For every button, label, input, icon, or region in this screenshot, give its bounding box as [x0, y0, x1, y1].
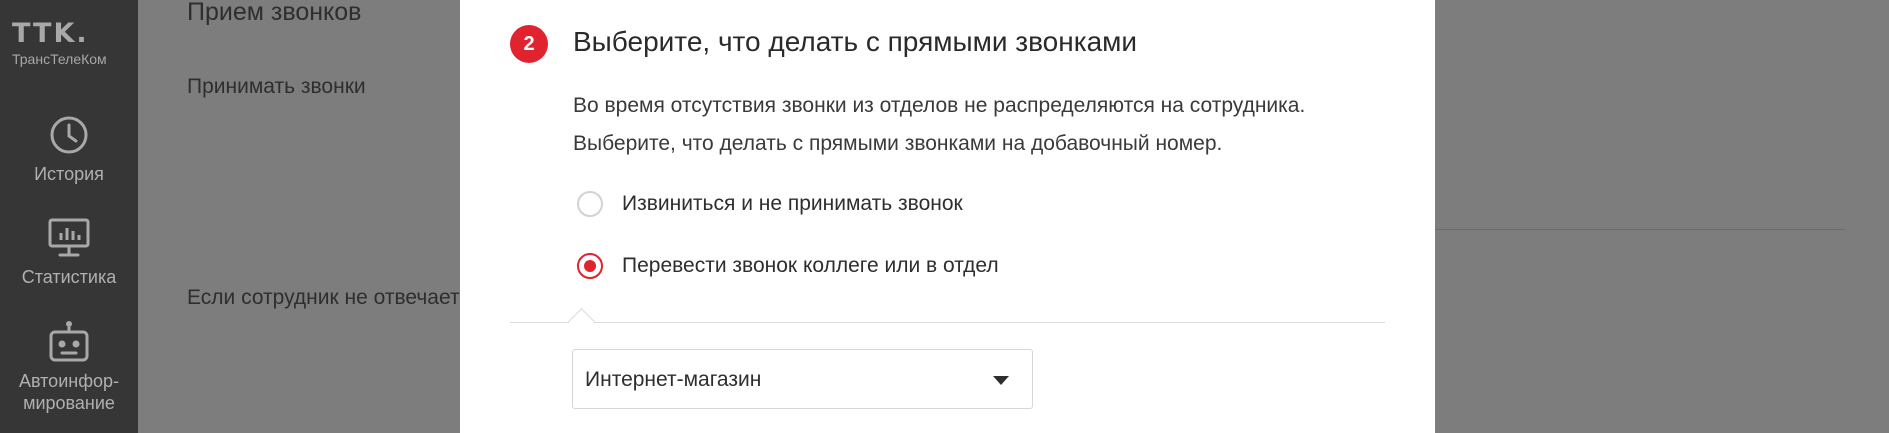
option-label: Извиниться и не принимать звонок — [622, 192, 963, 215]
radio-dot — [584, 260, 596, 272]
section-divider — [510, 322, 1385, 323]
logo-subtitle: ТрансТелеКом — [12, 51, 107, 67]
description-line: Выберите, что делать с прямыми звонками … — [573, 132, 1223, 155]
sidebar-item-autoinform[interactable]: Автоинфор- мирование — [0, 320, 138, 414]
logo: TTK. ТрансТелеКом — [12, 20, 132, 67]
page-title: Прием звонков — [187, 0, 362, 26]
sidebar-item-label: История — [34, 164, 104, 184]
robot-icon — [49, 321, 89, 362]
modal-dialog: 2 Выберите, что делать с прямыми звонкам… — [460, 0, 1435, 433]
sidebar-item-history[interactable]: История — [0, 115, 138, 185]
clock-icon — [50, 116, 88, 154]
accept-calls-label: Принимать звонки — [187, 75, 366, 98]
radio-button-selected[interactable] — [577, 253, 603, 279]
sidebar-item-label-line2: мирование — [23, 393, 115, 413]
callout-pointer — [568, 308, 595, 335]
option-decline-call[interactable]: Извиниться и не принимать звонок — [577, 191, 963, 217]
sidebar-item-statistics[interactable]: Статистика — [0, 218, 138, 288]
transfer-target-select[interactable]: Интернет-магазин — [572, 349, 1033, 409]
option-transfer-call[interactable]: Перевести звонок коллеге или в отдел — [577, 253, 999, 279]
sidebar-item-label-line1: Автоинфор- — [18, 371, 120, 391]
divider — [1435, 229, 1845, 230]
select-value: Интернет-магазин — [585, 368, 762, 391]
modal-title: Выберите, что делать с прямыми звонками — [573, 26, 1138, 57]
chevron-down-icon — [993, 376, 1009, 385]
option-label: Перевести звонок коллеге или в отдел — [622, 254, 999, 277]
description-line: Во время отсутствия звонки из отделов не… — [573, 94, 1306, 117]
logo-mark: TTK. — [12, 18, 89, 49]
sidebar: TTK. ТрансТелеКом История Статистика Авт… — [0, 0, 138, 433]
no-answer-label: Если сотрудник не отвечает — [187, 286, 460, 309]
chart-monitor-icon — [48, 218, 90, 257]
radio-button[interactable] — [577, 191, 603, 217]
sidebar-item-label: Статистика — [21, 267, 117, 287]
step-badge: 2 — [510, 25, 548, 63]
